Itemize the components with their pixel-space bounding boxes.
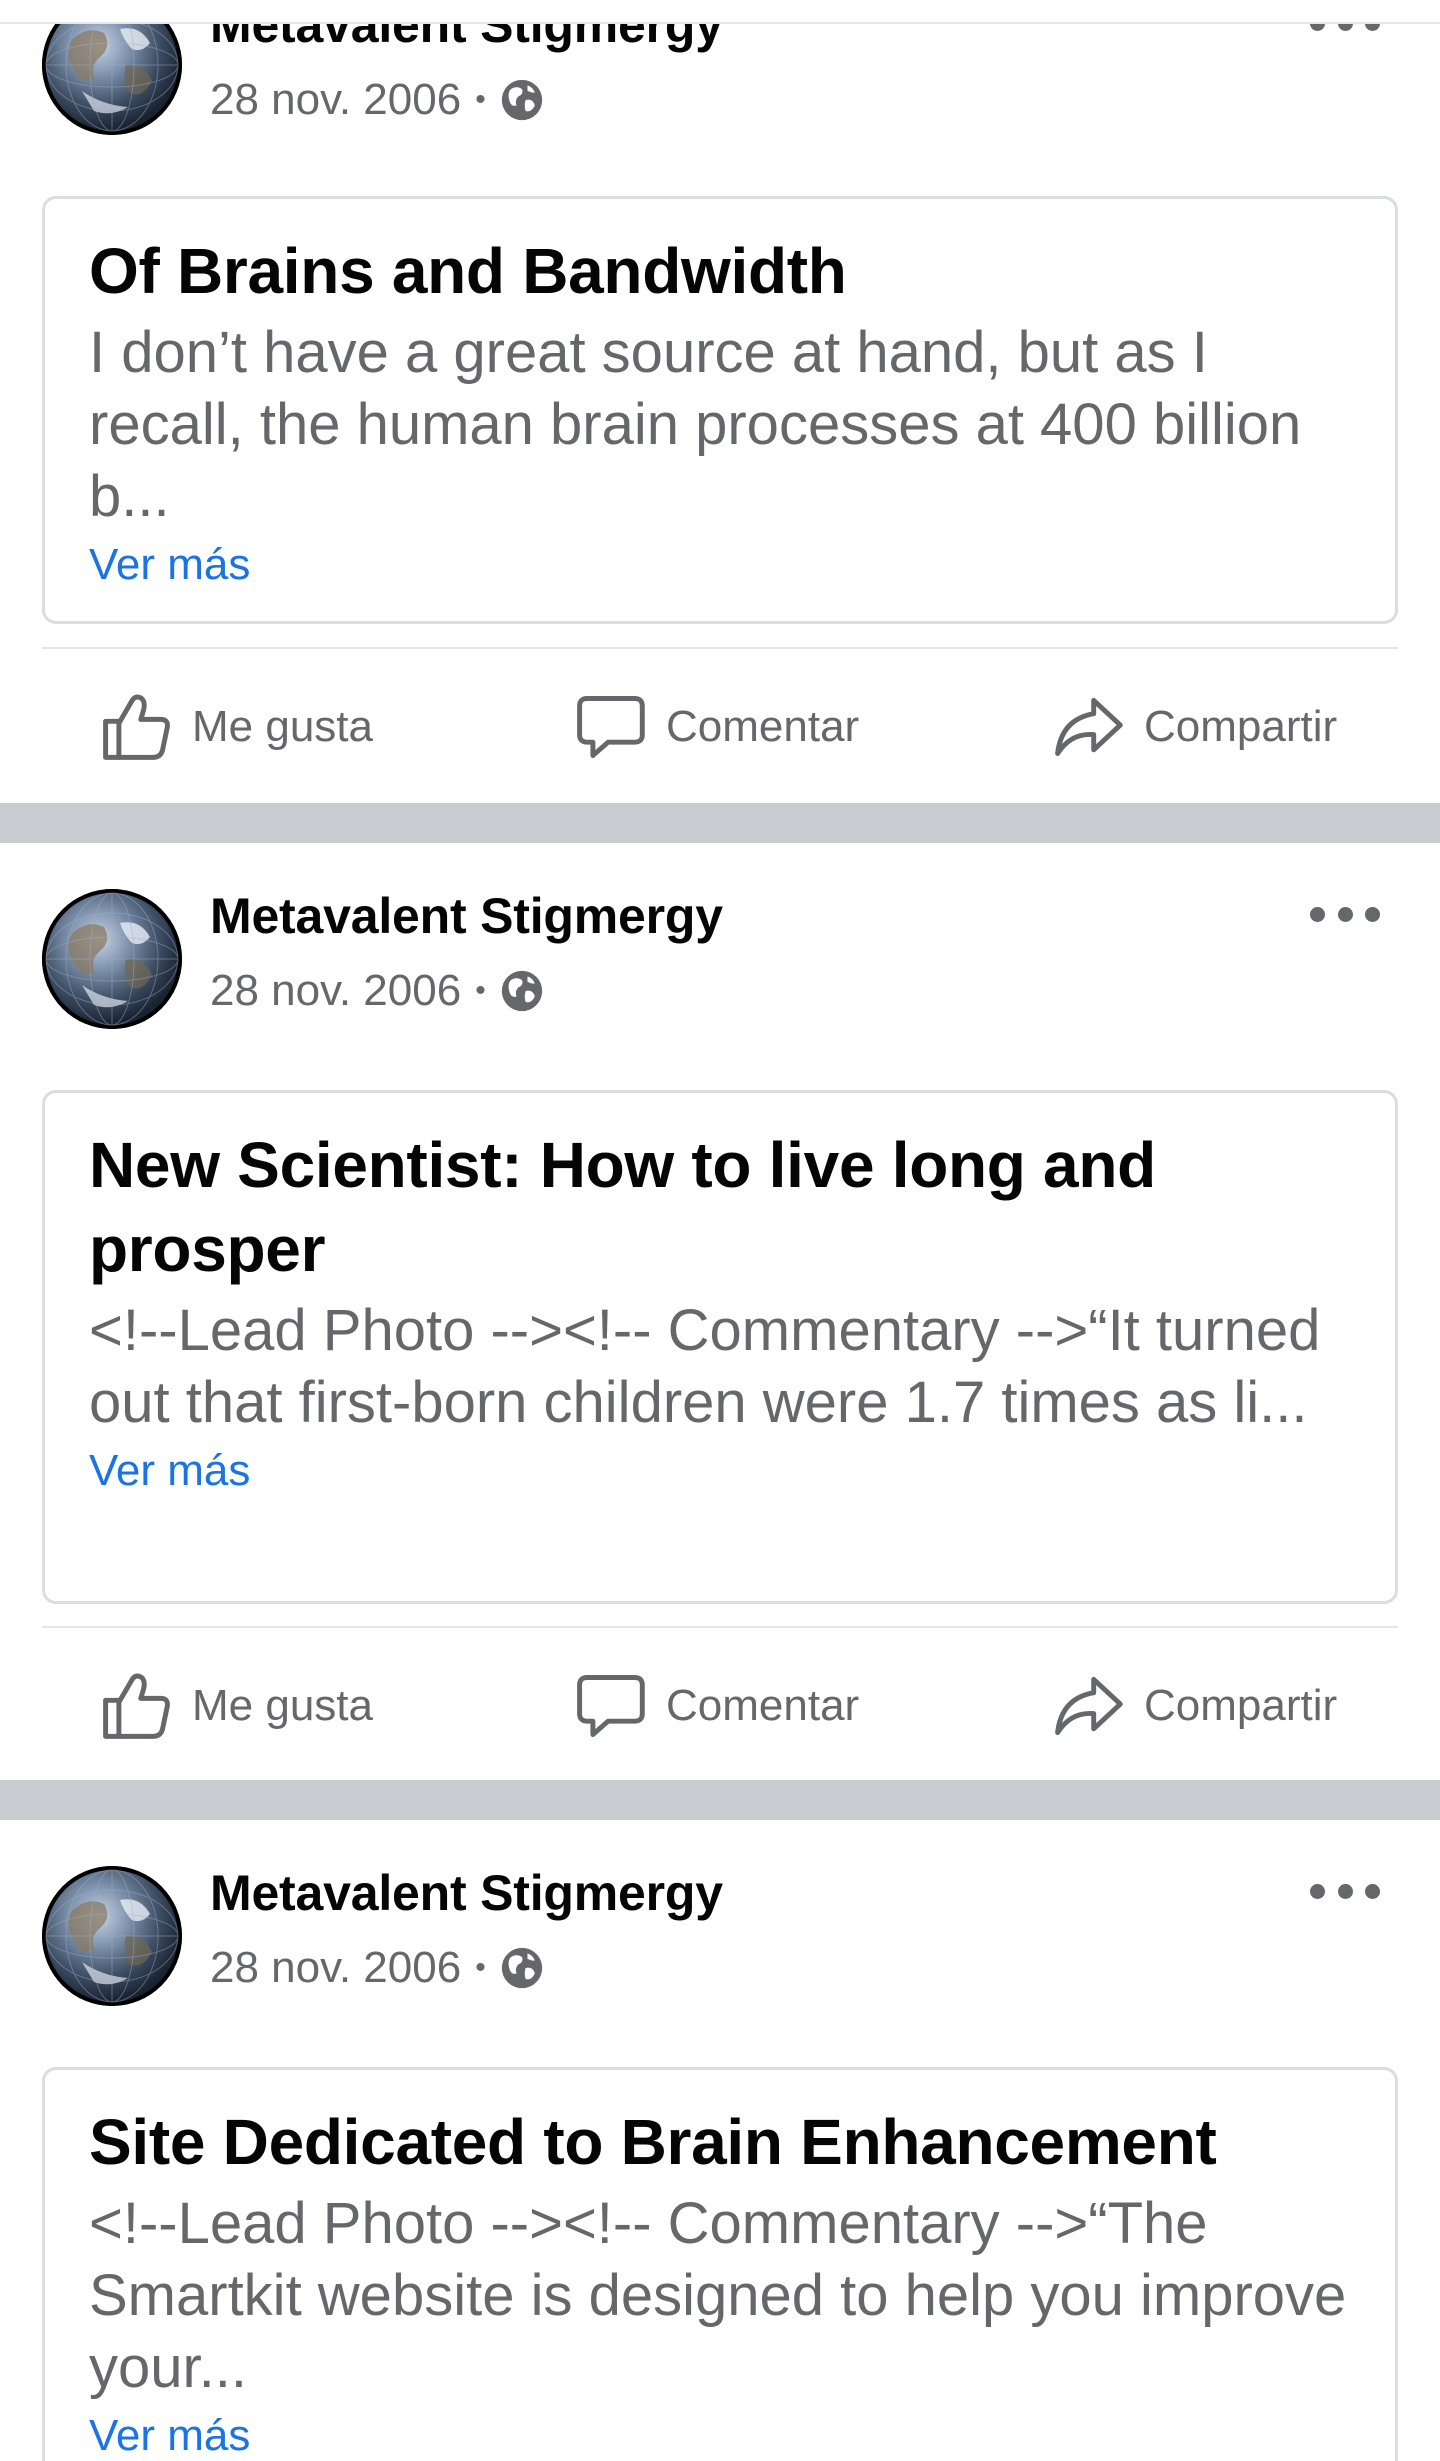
post-meta: 28 nov. 2006 • (210, 75, 544, 125)
meta-separator: • (475, 974, 486, 1007)
globe-icon (500, 969, 544, 1013)
post-actions: Me gusta Comentar Compartir (0, 677, 1440, 777)
link-preview-card[interactable]: Of Brains and Bandwidth I don’t have a g… (42, 196, 1398, 624)
card-excerpt: <!--Lead Photo --><!-- Commentary -->“Th… (89, 2191, 1347, 2400)
post-date[interactable]: 28 nov. 2006 (210, 966, 461, 1016)
comment-label: Comentar (666, 702, 860, 751)
comment-bubble-icon (572, 689, 648, 765)
feed-divider (0, 803, 1440, 843)
avatar[interactable] (42, 1866, 182, 2006)
share-arrow-icon (1050, 689, 1126, 765)
avatar[interactable] (42, 889, 182, 1029)
comment-bubble-icon (572, 1668, 648, 1744)
post-date[interactable]: 28 nov. 2006 (210, 75, 461, 125)
share-button[interactable]: Compartir (1050, 677, 1337, 777)
card-title: New Scientist: How to live long and pros… (89, 1129, 1156, 1285)
card-excerpt: I don’t have a great source at hand, but… (89, 320, 1302, 529)
feed-post: Metavalent Stigmergy 28 nov. 2006 • New … (0, 843, 1440, 1780)
post-actions: Me gusta Comentar Compartir (0, 1656, 1440, 1756)
share-label: Compartir (1144, 702, 1338, 751)
thumbs-up-icon (98, 689, 174, 765)
card-title: Site Dedicated to Brain Enhancement (89, 2106, 1217, 2178)
earth-globe-avatar (42, 1866, 182, 2006)
comment-button[interactable]: Comentar (572, 677, 859, 777)
card-excerpt: <!--Lead Photo --><!-- Commentary -->“It… (89, 1298, 1321, 1435)
like-label: Me gusta (192, 702, 373, 751)
see-more-link[interactable]: Ver más (89, 2404, 1353, 2461)
post-author[interactable]: Metavalent Stigmergy (210, 1864, 723, 1922)
post-author[interactable]: Metavalent Stigmergy (210, 887, 723, 945)
more-options-icon[interactable] (1310, 1876, 1380, 1906)
feed-divider (0, 1780, 1440, 1820)
top-app-bar-edge (0, 0, 1440, 24)
like-button[interactable]: Me gusta (98, 677, 373, 777)
share-arrow-icon (1050, 1668, 1126, 1744)
globe-icon (500, 78, 544, 122)
thumbs-up-icon (98, 1668, 174, 1744)
share-button[interactable]: Compartir (1050, 1656, 1337, 1756)
comment-label: Comentar (666, 1681, 860, 1730)
see-more-link[interactable]: Ver más (89, 533, 1353, 597)
link-preview-card[interactable]: New Scientist: How to live long and pros… (42, 1090, 1398, 1604)
like-button[interactable]: Me gusta (98, 1656, 373, 1756)
feed-post: Metavalent Stigmergy 28 nov. 2006 • Of B… (0, 0, 1440, 800)
feed-post: Metavalent Stigmergy 28 nov. 2006 • Site… (0, 1820, 1440, 2461)
globe-icon (500, 1946, 544, 1990)
action-separator (42, 647, 1398, 649)
post-date[interactable]: 28 nov. 2006 (210, 1943, 461, 1993)
post-meta: 28 nov. 2006 • (210, 1943, 544, 1993)
card-title: Of Brains and Bandwidth (89, 235, 847, 307)
meta-separator: • (475, 83, 486, 116)
like-label: Me gusta (192, 1681, 373, 1730)
see-more-link[interactable]: Ver más (89, 1439, 1353, 1503)
post-meta: 28 nov. 2006 • (210, 966, 544, 1016)
comment-button[interactable]: Comentar (572, 1656, 859, 1756)
action-separator (42, 1626, 1398, 1628)
meta-separator: • (475, 1951, 486, 1984)
earth-globe-avatar (42, 889, 182, 1029)
share-label: Compartir (1144, 1681, 1338, 1730)
link-preview-card[interactable]: Site Dedicated to Brain Enhancement <!--… (42, 2067, 1398, 2461)
more-options-icon[interactable] (1310, 899, 1380, 929)
